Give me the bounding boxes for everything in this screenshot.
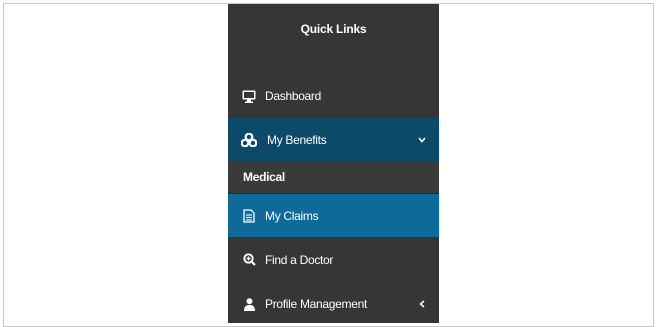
sidebar-item-label: My Benefits [267, 132, 327, 147]
sidebar-item-my-benefits[interactable]: My Benefits [228, 118, 439, 161]
sidebar-item-find-a-doctor[interactable]: Find a Doctor [228, 237, 439, 282]
quick-links-sidebar: Quick Links Dashboard My Benefits Medica… [228, 4, 439, 323]
sidebar-item-label: Find a Doctor [265, 252, 334, 267]
search-icon [241, 252, 257, 268]
user-icon [241, 296, 257, 312]
sidebar-item-my-claims[interactable]: My Claims [228, 194, 439, 237]
chevron-down-icon [417, 135, 427, 145]
sidebar-item-dashboard[interactable]: Dashboard [228, 74, 439, 118]
sidebar-subitem-medical[interactable]: Medical [228, 161, 439, 194]
sidebar-title: Quick Links [300, 22, 367, 36]
sidebar-item-label: Dashboard [265, 89, 322, 103]
monitor-icon [241, 88, 257, 104]
sidebar-item-label: My Claims [265, 208, 319, 223]
chevron-left-icon [417, 299, 427, 309]
sidebar-item-label: Medical [243, 170, 285, 184]
sidebar-item-profile-management[interactable]: Profile Management [228, 282, 439, 326]
benefits-icon [241, 132, 257, 148]
document-icon [241, 208, 257, 224]
sidebar-item-label: Profile Management [265, 297, 367, 311]
